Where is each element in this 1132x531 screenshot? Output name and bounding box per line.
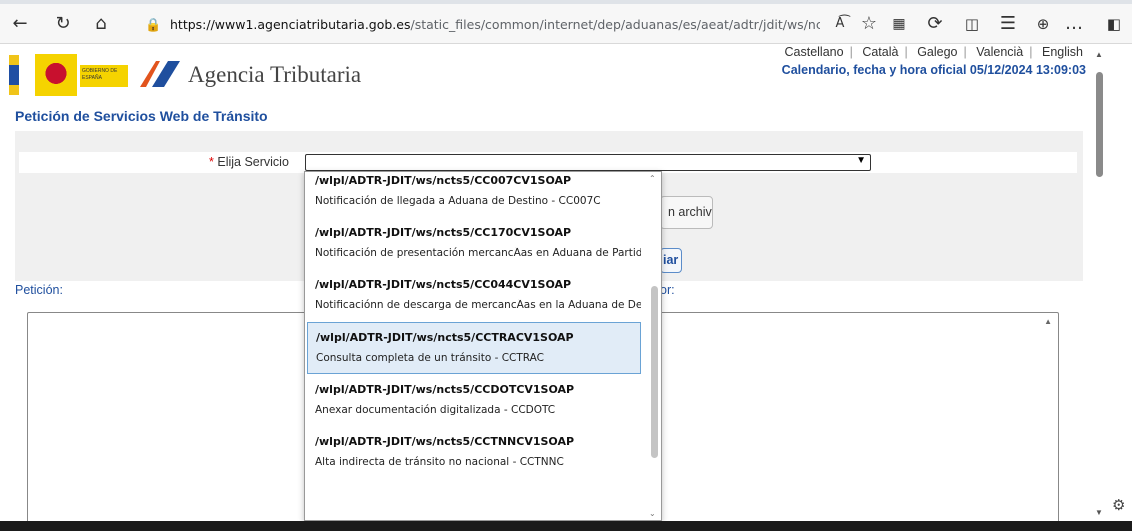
official-time-link[interactable]: Calendario, fecha y hora oficial 05/12/2… <box>782 63 1086 77</box>
lang-catala[interactable]: Català <box>862 45 898 59</box>
taskbar <box>0 521 1132 531</box>
refresh-icon[interactable]: ↻ <box>51 12 75 36</box>
lang-english[interactable]: English <box>1042 45 1083 59</box>
response-label: or: <box>660 283 675 297</box>
option-code: /wlpl/ADTR-JDIT/ws/ncts5/CCDOTCV1SOAP <box>315 383 575 396</box>
lang-valencia[interactable]: Valencià <box>976 45 1023 59</box>
more-icon[interactable]: … <box>1062 12 1086 36</box>
page-scrollbar[interactable]: ▲ ▼ <box>1092 45 1108 521</box>
agencia-logo-icon <box>140 61 180 87</box>
service-dropdown-list: /wlpl/ADTR-JDIT/ws/ncts5/CC007CV1SOAP No… <box>304 171 662 521</box>
option-code: /wlpl/ADTR-JDIT/ws/ncts5/CC044CV1SOAP <box>315 278 572 291</box>
gear-icon[interactable]: ⚙ <box>1112 496 1125 514</box>
page-title: Petición de Servicios Web de Tránsito <box>15 108 268 124</box>
send-button[interactable]: iar <box>660 248 682 273</box>
language-selector: Castellano | Català | Galego | Valencià | En… <box>784 45 1084 59</box>
lang-castellano[interactable]: Castellano <box>785 45 844 59</box>
dropdown-option[interactable]: /wlpl/ADTR-JDIT/ws/ncts5/CC007CV1SOAP No… <box>307 172 641 218</box>
scroll-thumb[interactable] <box>1096 72 1103 177</box>
dropdown-option[interactable]: /wlpl/ADTR-JDIT/ws/ncts5/CC170CV1SOAP No… <box>307 218 641 270</box>
favorites-icon[interactable]: ☰ <box>996 12 1020 36</box>
home-icon[interactable]: ⌂ <box>89 12 113 36</box>
scroll-thumb[interactable] <box>651 286 658 458</box>
scroll-down-icon[interactable]: ▼ <box>1095 508 1103 517</box>
option-desc: Notificaciónn de descarga de mercancÃas … <box>315 299 641 311</box>
option-desc: Notificación de presentación mercancÃas … <box>315 247 641 259</box>
spain-flag-icon <box>9 55 19 95</box>
address-bar[interactable]: https://www1.agenciatributaria.gob.es/st… <box>170 14 820 36</box>
option-desc: Consulta completa de un tránsito - CCTRA… <box>316 352 545 364</box>
dropdown-scrollbar[interactable]: ⌃ ⌄ <box>649 174 659 518</box>
option-desc: Notificación de llegada a Aduana de Dest… <box>315 195 601 207</box>
dropdown-option-selected[interactable]: /wlpl/ADTR-JDIT/ws/ncts5/CCTRACV1SOAP Co… <box>307 322 641 374</box>
service-row: * Elija Servicio ▼ <box>19 152 1077 173</box>
gobierno-logo: GOBIERNO DE ESPAÑA <box>80 65 128 87</box>
brand-title: Agencia Tributaria <box>188 62 362 87</box>
chevron-down-icon[interactable]: ⌄ <box>649 509 656 518</box>
scroll-up-icon[interactable]: ▲ <box>1095 50 1103 59</box>
split-screen-icon[interactable]: ◫ <box>960 12 984 36</box>
chevron-down-icon: ▼ <box>856 155 866 166</box>
dropdown-option[interactable]: /wlpl/ADTR-JDIT/ws/ncts5/CC044CV1SOAP No… <box>307 270 641 322</box>
sync-icon[interactable]: ⟳ <box>923 12 947 36</box>
collections-icon[interactable]: ⊕ <box>1031 12 1055 36</box>
request-label: Petición: <box>15 283 63 297</box>
dropdown-option[interactable]: /wlpl/ADTR-JDIT/ws/ncts5/CCDOTCV1SOAP An… <box>307 375 641 427</box>
page-content: GOBIERNO DE ESPAÑA Agencia Tributaria Ca… <box>0 45 1092 521</box>
option-code: /wlpl/ADTR-JDIT/ws/ncts5/CC007CV1SOAP <box>315 174 572 187</box>
read-aloud-icon[interactable]: A͡ <box>828 12 852 36</box>
sidebar-icon[interactable]: ◧ <box>1102 12 1126 36</box>
option-code: /wlpl/ADTR-JDIT/ws/ncts5/CC170CV1SOAP <box>315 226 572 239</box>
load-file-button[interactable]: n archivo <box>660 196 713 229</box>
lang-galego[interactable]: Galego <box>917 45 957 59</box>
option-code: /wlpl/ADTR-JDIT/ws/ncts5/CCTNNCV1SOAP <box>315 435 575 448</box>
chevron-up-icon[interactable]: ⌃ <box>649 174 656 183</box>
option-desc: Anexar documentación digitalizada - CCDO… <box>315 404 556 416</box>
scroll-up-icon[interactable]: ▲ <box>1044 317 1052 326</box>
favorite-star-icon[interactable]: ☆ <box>857 12 881 36</box>
option-desc: Alta indirecta de tránsito no nacional -… <box>315 456 564 468</box>
back-icon[interactable]: ← <box>8 12 32 36</box>
option-code: /wlpl/ADTR-JDIT/ws/ncts5/CCTRACV1SOAP <box>316 331 574 344</box>
coat-of-arms-icon <box>35 54 77 96</box>
dropdown-option[interactable]: /wlpl/ADTR-JDIT/ws/ncts5/CCTNNCV1SOAP Al… <box>307 427 641 479</box>
browser-toolbar: ← ↻ ⌂ 🔒 https://www1.agenciatributaria.g… <box>0 4 1132 44</box>
service-label: * Elija Servicio <box>209 155 289 169</box>
service-select[interactable]: ▼ <box>305 154 871 171</box>
lock-icon[interactable]: 🔒 <box>145 14 165 36</box>
extension-icon[interactable]: ▦ <box>887 12 911 36</box>
